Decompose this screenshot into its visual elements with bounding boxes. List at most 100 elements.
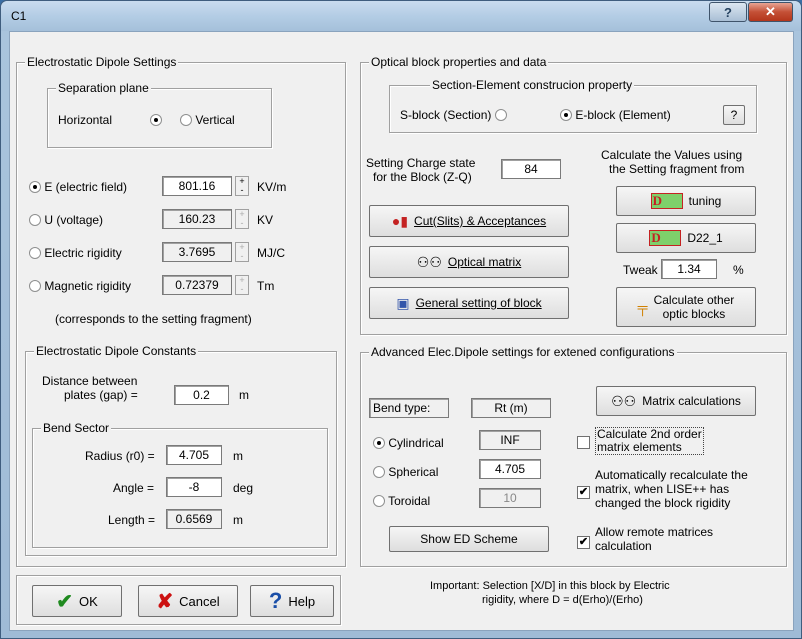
vertical-radio[interactable]: Vertical (180, 113, 235, 127)
bend-sector-title: Bend Sector (41, 421, 112, 435)
help-label: Help (288, 593, 316, 609)
electric-rigidity-field: 3.7695 (162, 242, 232, 262)
advanced-settings-title: Advanced Elec.Dipole settings for extene… (369, 345, 677, 359)
cylindrical-radio[interactable]: Cylindrical (373, 436, 444, 450)
electric-rigidity-label: Electric rigidity (44, 246, 122, 260)
section-help-button[interactable]: ? (723, 105, 745, 125)
tweak-unit: % (733, 263, 744, 277)
horizontal-label: Horizontal (58, 113, 113, 127)
vertical-label: Vertical (195, 113, 235, 127)
e-field-radio[interactable]: E (electric field) (29, 180, 127, 194)
cut-slits-label: Cut(Slits) & Acceptances (414, 214, 547, 228)
charge-state-input[interactable]: 84 (501, 159, 561, 179)
matrix-calculations-label: Matrix calculations (642, 394, 741, 408)
dialog-client-area: Electrostatic Dipole Settings Separation… (9, 31, 794, 631)
charge-label-1: Setting Charge state (366, 156, 476, 170)
e-field-spinner[interactable]: + - (235, 176, 249, 196)
cylindrical-label: Cylindrical (388, 436, 444, 450)
magnetic-rigidity-spinner: + - (235, 275, 249, 295)
ok-button[interactable]: ✔ OK (32, 585, 122, 617)
dipole-constants-title: Electrostatic Dipole Constants (34, 344, 199, 358)
matrix-calculations-button[interactable]: ⚇⚇ Matrix calculations (596, 386, 756, 416)
bend-type-header: Bend type: (369, 398, 449, 418)
show-ed-scheme-button[interactable]: Show ED Scheme (389, 526, 549, 552)
optical-matrix-button[interactable]: ⚇⚇ Optical matrix (369, 246, 569, 278)
auto-recalculate-label: Automatically recalculate the matrix, wh… (595, 468, 748, 510)
rt-header: Rt (m) (471, 398, 551, 418)
ok-label: OK (78, 593, 98, 609)
auto-recalculate-label-1: Automatically recalculate the (595, 468, 748, 482)
radius-input[interactable]: 4.705 (166, 445, 222, 465)
second-order-label: Calculate 2nd order matrix elements (595, 427, 704, 455)
horizontal-radio[interactable] (150, 113, 162, 127)
sblock-radio[interactable]: S-block (Section) (400, 108, 507, 122)
help-button[interactable]: ? Help (250, 585, 334, 617)
voltage-field: 160.23 (162, 209, 232, 229)
cut-slits-button[interactable]: ●▮ Cut(Slits) & Acceptances (369, 205, 569, 237)
calc-other-blocks-button[interactable]: ╤ Calculate other optic blocks (616, 287, 756, 327)
d22-label: D22_1 (687, 231, 723, 245)
glasses-icon: ⚇⚇ (611, 392, 637, 409)
eblock-radio[interactable]: E-block (Element) (560, 108, 671, 122)
dialog-window: C1 ? ✕ Electrostatic Dipole Settings Sep… (0, 0, 802, 639)
section-element-group: Section-Element construcion property S-b… (389, 78, 757, 133)
electric-rigidity-spinner: + - (235, 242, 249, 262)
electric-rigidity-unit: MJ/C (257, 246, 285, 260)
voltage-radio[interactable]: U (voltage) (29, 213, 103, 227)
remote-matrices-label: Allow remote matrices calculation (595, 525, 713, 553)
charge-label-2: for the Block (Z-Q) (373, 170, 472, 184)
distance-label-2: plates (gap) = (64, 388, 138, 402)
tweak-input[interactable]: 1.34 (661, 259, 717, 279)
magnetic-rigidity-unit: Tm (257, 279, 275, 293)
title-bar: C1 ? ✕ (1, 1, 801, 31)
d22-button[interactable]: D D22_1 (616, 223, 756, 253)
important-note-1: Important: Selection [X/D] in this block… (430, 580, 670, 592)
second-order-label-2: matrix elements (597, 440, 682, 454)
window-title: C1 (11, 9, 27, 23)
auto-recalculate-label-3: changed the block rigidity (595, 496, 731, 510)
cancel-button[interactable]: ✘ Cancel (138, 585, 238, 617)
slits-icon: ●▮ (391, 212, 409, 229)
remote-matrices-checkbox[interactable]: ✔ (577, 536, 590, 549)
length-field: 0.6569 (166, 509, 222, 529)
voltage-unit: KV (257, 213, 274, 227)
dipole-constants-group: Electrostatic Dipole Constants Distance … (25, 344, 337, 556)
help-title-button[interactable]: ? (709, 2, 747, 22)
optical-block-title: Optical block properties and data (369, 55, 549, 69)
auto-recalculate-checkbox[interactable]: ✔ (577, 486, 590, 499)
magnetic-rigidity-field: 0.72379 (162, 275, 232, 295)
cancel-label: Cancel (179, 593, 220, 609)
setting-fragment-note: (corresponds to the setting fragment) (55, 312, 252, 326)
electric-rigidity-radio[interactable]: Electric rigidity (29, 246, 122, 260)
separation-plane-group: Separation plane Horizontal Vertical (47, 81, 272, 148)
angle-unit: deg (233, 481, 254, 495)
cancel-x-icon: ✘ (156, 590, 174, 613)
magnetic-rigidity-radio[interactable]: Magnetic rigidity (29, 279, 131, 293)
angle-input[interactable]: -8 (166, 477, 222, 497)
gap-input[interactable]: 0.2 (174, 385, 229, 405)
toroidal-rt-field: 10 (479, 488, 541, 508)
separation-plane-title: Separation plane (56, 81, 151, 95)
radius-unit: m (233, 449, 243, 463)
optical-matrix-label: Optical matrix (447, 255, 522, 269)
second-order-checkbox[interactable] (577, 436, 590, 449)
tweak-label: Tweak (623, 263, 658, 277)
gap-unit: m (239, 388, 249, 402)
spherical-rt-input[interactable]: 4.705 (479, 459, 541, 479)
sblock-label: S-block (Section) (400, 108, 492, 122)
toroidal-radio[interactable]: Toroidal (373, 494, 430, 508)
calc-other-label-2: optic blocks (662, 307, 726, 321)
e-field-input[interactable]: 801.16 (162, 176, 232, 196)
spherical-radio[interactable]: Spherical (373, 465, 438, 479)
bend-sector-group: Bend Sector Radius (r0) = 4.705 m Angle … (32, 421, 328, 548)
radius-label: Radius (r0) = (85, 449, 155, 463)
tuning-button[interactable]: D tuning (616, 186, 756, 216)
glasses-icon: ⚇⚇ (416, 253, 442, 270)
remote-matrices-label-1: Allow remote matrices (595, 525, 714, 539)
close-button[interactable]: ✕ (748, 2, 793, 22)
calc-values-label-2: the Setting fragment from (609, 162, 745, 176)
lise-d-logo-icon: D (650, 193, 683, 209)
optical-block-group: Optical block properties and data Sectio… (360, 55, 787, 335)
general-setting-button[interactable]: ▣ General setting of block (369, 287, 569, 319)
dipole-settings-group: Electrostatic Dipole Settings Separation… (16, 55, 346, 567)
